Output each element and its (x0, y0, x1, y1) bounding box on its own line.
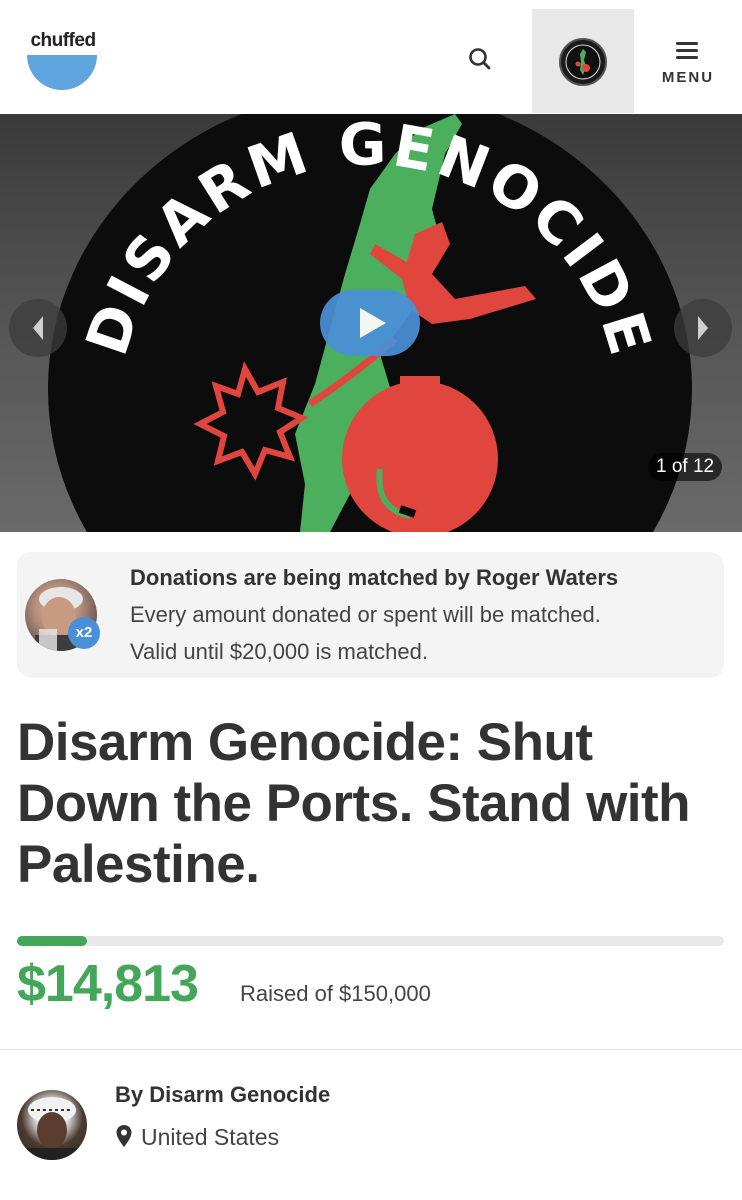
organizer-location: United States (115, 1124, 279, 1151)
organizer-avatar[interactable] (17, 1090, 87, 1160)
section-divider (0, 1049, 742, 1050)
match-validity: Valid until $20,000 is matched. (130, 639, 428, 664)
user-avatar (559, 38, 607, 86)
campaign-title: Disarm Genocide: Shut Down the Ports. St… (17, 713, 691, 894)
search-button[interactable] (458, 38, 502, 82)
raised-amount: $14,813 (17, 955, 199, 1013)
raised-goal: Raised of $150,000 (240, 981, 431, 1006)
menu-label: MENU (661, 69, 715, 86)
gallery-next-button[interactable] (674, 299, 732, 357)
menu-button[interactable]: MENU (652, 36, 724, 92)
account-button[interactable] (532, 9, 634, 113)
fundraising-progress-bar (17, 936, 724, 946)
gallery-prev-button[interactable] (9, 299, 67, 357)
site-header: chuffed MENU (0, 0, 742, 114)
logo-dome-icon (27, 55, 97, 90)
campaign-gallery[interactable]: DISARM GENOCIDE 1 of 12 (0, 114, 742, 532)
donation-match-banner: x2 Donations are being matched by Roger … (17, 552, 724, 678)
play-icon (360, 308, 386, 338)
hamburger-icon (676, 42, 698, 59)
gallery-counter: 1 of 12 (648, 453, 723, 481)
map-pin-icon (116, 1125, 132, 1147)
location-text: United States (141, 1124, 280, 1150)
logo-text: chuffed (30, 30, 96, 51)
organizer-name[interactable]: By Disarm Genocide (115, 1082, 330, 1108)
progress-fill (17, 936, 87, 946)
video-play-button[interactable] (320, 290, 420, 356)
search-icon (469, 48, 491, 70)
chevron-right-icon (698, 316, 708, 340)
chuffed-logo[interactable]: chuffed (26, 30, 100, 92)
match-multiplier-badge: x2 (68, 617, 100, 649)
match-description: Every amount donated or spent will be ma… (130, 602, 601, 627)
chevron-left-icon (33, 316, 43, 340)
match-title: Donations are being matched by Roger Wat… (130, 565, 619, 590)
